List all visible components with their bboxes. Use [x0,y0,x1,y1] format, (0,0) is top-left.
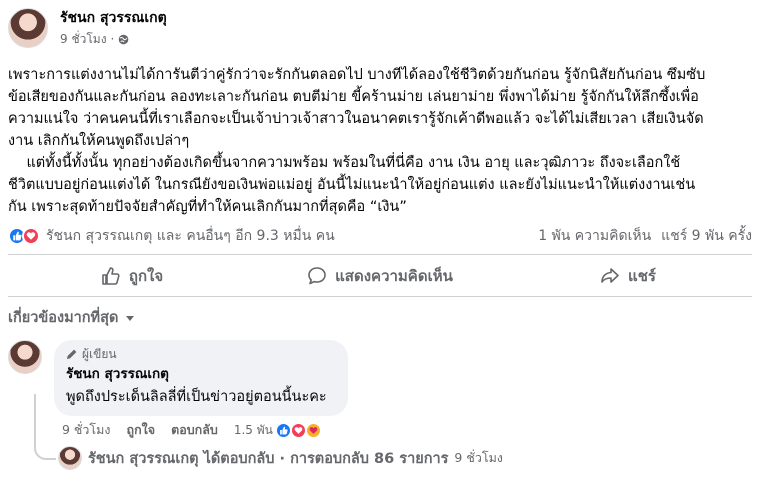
reply-author-avatar [58,446,82,470]
comment-reactions[interactable]: 1.5 พัน [234,421,322,440]
globe-icon [119,34,129,44]
author-badge: ผู้เขียน [66,346,336,362]
share-button-label: แชร์ [628,267,656,285]
comment-bubble: ผู้เขียน รัชนก สุวรรณเกตุ พูดถึงประเด็นล… [54,340,348,416]
reaction-summary-text: รัชนก สุวรรณเกตุ และ คนอื่นๆ อีก 9.3 หมื… [46,228,335,244]
post-body: เพราะการแต่งงานไม่ได้การันตีว่าคู่รักว่า… [8,64,754,218]
post-author-name[interactable]: รัชนก สุวรรณเกตุ [60,8,167,28]
view-replies-link[interactable]: รัชนก สุวรรณเกตุ ได้ตอบกลับ · การตอบกลับ… [58,446,503,470]
post-body-line: แต่ทั้งนี้ทั้งนั้น ทุกอย่างต้องเกิดขึ้นจ… [8,155,681,171]
sort-label: เกี่ยวข้องมากที่สุด [8,310,119,326]
share-button[interactable]: แชร์ [504,258,752,294]
post-body-line: เพราะการแต่งงานไม่ได้การันตีว่าคู่รักว่า… [8,67,706,83]
post-timestamp[interactable]: 9 ชั่วโมง [60,30,107,48]
author-avatar[interactable] [8,8,48,48]
reactions-summary[interactable]: รัชนก สุวรรณเกตุ และ คนอื่นๆ อีก 9.3 หมื… [8,225,335,247]
reply-thread-connector [34,394,56,460]
post-body-line: กัน เพราะสุดท้ายปัจจัยสำคัญที่ทำให้คนเลิ… [8,199,407,215]
post-header-text: รัชนก สุวรรณเกตุ 9 ชั่วโมง · [60,8,167,48]
comment-like-button[interactable]: ถูกใจ [127,420,156,440]
meta-separator: · [110,32,115,46]
care-reaction-icon [304,421,322,439]
comment-actions: 9 ชั่วโมง ถูกใจ ตอบกลับ 1.5 พัน [62,420,322,440]
comment-bubble-icon [308,267,326,285]
post-action-row: ถูกใจ แสดงความคิดเห็น แชร์ [8,258,752,294]
author-badge-label: ผู้เขียน [82,347,117,361]
engagement-counts: 1 พัน ความคิดเห็น แชร์ 9 พัน ครั้ง [538,225,752,247]
comment-button[interactable]: แสดงความคิดเห็น [256,258,504,294]
reaction-bar: รัชนก สุวรรณเกตุ และ คนอื่นๆ อีก 9.3 หมื… [8,224,752,248]
divider [8,296,752,297]
comment-reaction-count: 1.5 พัน [233,422,273,437]
post-body-line: ความแน่ใจ ว่าคนคนนี้ที่เราเลือกจะเป็นเจ้… [8,111,704,127]
post-body-line: งาน เลิกกันให้คนพูดถึงเปล่าๆ [8,133,190,149]
post-body-line: ข้อเสียของกันและกันก่อน ลองทะเลาะกันก่อน… [8,89,699,105]
comment-timestamp[interactable]: 9 ชั่วโมง [62,420,111,440]
divider [8,254,752,255]
post-body-line: ชีวิตแบบอยู่ก่อนแต่งได้ ในกรณียังขอเงินพ… [8,177,696,193]
reply-timestamp: 9 ชั่วโมง [454,450,503,465]
like-button-label: ถูกใจ [128,267,164,285]
comment-button-label: แสดงความคิดเห็น [335,267,453,285]
caret-down-icon [126,315,135,321]
share-arrow-icon [601,268,619,283]
comments-count-link[interactable]: 1 พัน ความคิดเห็น [538,225,651,247]
comment-item: ผู้เขียน รัชนก สุวรรณเกตุ พูดถึงประเด็นล… [8,340,348,416]
love-reaction-icon [22,227,40,245]
pencil-icon [67,349,77,359]
post-header: รัชนก สุวรรณเกตุ 9 ชั่วโมง · [8,8,167,48]
shares-count-link[interactable]: แชร์ 9 พัน ครั้ง [661,225,752,247]
comment-reply-button[interactable]: ตอบกลับ [171,420,218,440]
like-button[interactable]: ถูกใจ [8,258,256,294]
comment-sort-dropdown[interactable]: เกี่ยวข้องมากที่สุด [8,306,136,329]
comment-text: พูดถึงประเด็นลิลลี่ที่เป็นข่าวอยู่ตอนนี้… [66,389,327,405]
comment-author-name[interactable]: รัชนก สุวรรณเกตุ [66,364,336,384]
commenter-avatar[interactable] [8,340,42,374]
thumbs-up-icon [102,267,120,285]
reply-summary-text: รัชนก สุวรรณเกตุ ได้ตอบกลับ · การตอบกลับ… [88,450,449,467]
post-meta: 9 ชั่วโมง · [60,30,167,48]
reaction-icons [8,227,40,245]
